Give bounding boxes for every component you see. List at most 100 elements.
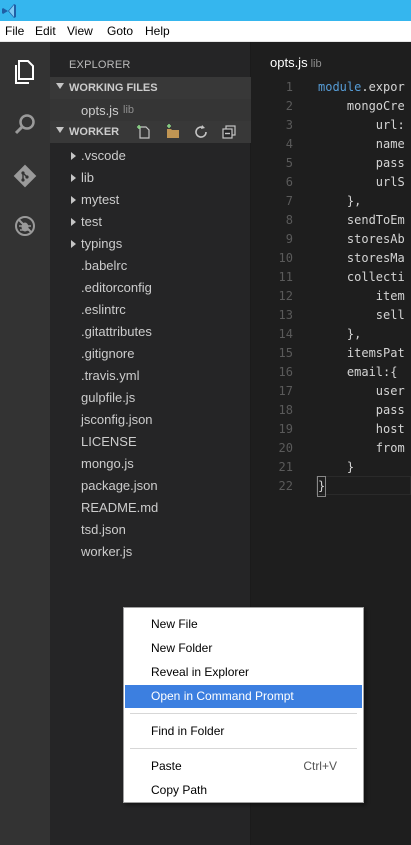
code-line: name xyxy=(318,137,405,151)
tree-label: test xyxy=(81,214,102,229)
tree-label: LICENSE xyxy=(81,434,137,449)
explorer-title: EXPLORER xyxy=(69,59,131,71)
tree-label: mytest xyxy=(81,192,120,207)
debug-icon[interactable] xyxy=(0,202,50,250)
code-line: host xyxy=(318,422,405,436)
line-number: 16 xyxy=(278,365,293,379)
line-number: 18 xyxy=(278,403,293,417)
code-line: storesAb xyxy=(318,232,405,246)
tree-label: .gitignore xyxy=(81,346,135,361)
menu-new-folder[interactable]: New Folder xyxy=(125,637,362,660)
code-line: pass xyxy=(318,156,405,170)
chevron-right-icon xyxy=(71,240,76,248)
tree-label: mongo.js xyxy=(81,456,134,471)
line-number: 15 xyxy=(278,346,293,360)
tree-file-license[interactable]: LICENSE xyxy=(50,431,251,453)
line-number: 22 xyxy=(278,479,293,493)
tree-file-readme[interactable]: README.md xyxy=(50,497,251,519)
tree-label: .eslintrc xyxy=(81,302,126,317)
menu-copy-path[interactable]: Copy Path xyxy=(125,779,362,802)
tree-file-package[interactable]: package.json xyxy=(50,475,251,497)
tree-file-worker[interactable]: worker.js xyxy=(50,541,251,563)
project-header[interactable]: WORKER xyxy=(50,121,251,143)
tree-label: worker.js xyxy=(81,544,133,559)
chevron-right-icon xyxy=(71,152,76,160)
menu-find-in-folder[interactable]: Find in Folder xyxy=(125,720,362,743)
chevron-right-icon xyxy=(71,218,76,226)
tree-folder-mytest[interactable]: mytest xyxy=(50,189,251,211)
activity-bar xyxy=(0,42,50,845)
menu-view[interactable]: View xyxy=(67,24,93,39)
tree-label: gulpfile.js xyxy=(81,390,136,405)
working-file-item[interactable]: opts.js lib xyxy=(50,99,251,121)
files-icon[interactable] xyxy=(0,48,50,96)
code-line: sendToEm xyxy=(318,213,405,227)
working-file-name: opts.js xyxy=(81,103,119,118)
code-line: sell xyxy=(318,308,405,322)
code-line: from xyxy=(318,441,405,455)
new-file-icon[interactable] xyxy=(137,124,153,140)
git-icon[interactable] xyxy=(0,152,50,200)
menu-reveal-in-explorer[interactable]: Reveal in Explorer xyxy=(125,661,362,684)
paste-shortcut: Ctrl+V xyxy=(303,759,337,773)
code-line: } xyxy=(318,460,355,474)
tree-folder-test[interactable]: test xyxy=(50,211,251,233)
tree-file-eslintrc[interactable]: .eslintrc xyxy=(50,299,251,321)
tree-label: jsconfig.json xyxy=(81,412,153,427)
current-line-highlight xyxy=(316,476,411,495)
tree-file-babelrc[interactable]: .babelrc xyxy=(50,255,251,277)
code-line: }, xyxy=(318,194,362,208)
working-files-header[interactable]: WORKING FILES xyxy=(50,77,251,99)
code-line: pass xyxy=(318,403,405,417)
menu-help[interactable]: Help xyxy=(145,24,170,39)
code-line: } xyxy=(316,476,327,497)
tree-file-editorconfig[interactable]: .editorconfig xyxy=(50,277,251,299)
code-line: urlS xyxy=(318,175,405,189)
menu-file[interactable]: File xyxy=(5,24,24,39)
menu-paste[interactable]: Paste Ctrl+V xyxy=(125,755,362,778)
tree-label: .vscode xyxy=(81,148,126,163)
line-number: 9 xyxy=(285,232,293,246)
code-line: mongoCre xyxy=(318,99,405,113)
expand-arrow-icon xyxy=(56,127,64,133)
code-line: user xyxy=(318,384,405,398)
expand-arrow-icon xyxy=(56,83,64,89)
line-number: 13 xyxy=(278,308,293,322)
line-number: 20 xyxy=(278,441,293,455)
tree-label: README.md xyxy=(81,500,159,515)
menu-new-file[interactable]: New File xyxy=(125,613,362,636)
code-line: }, xyxy=(318,327,362,341)
line-number: 10 xyxy=(278,251,293,265)
tree-folder-vscode[interactable]: .vscode xyxy=(50,145,251,167)
menu-edit[interactable]: Edit xyxy=(35,24,56,39)
line-number: 3 xyxy=(285,118,293,132)
tree-file-tsd[interactable]: tsd.json xyxy=(50,519,251,541)
working-file-desc: lib xyxy=(123,104,135,116)
tree-folder-lib[interactable]: lib xyxy=(50,167,251,189)
refresh-icon[interactable] xyxy=(193,124,209,140)
collapse-all-icon[interactable] xyxy=(221,124,237,140)
tree-label: .babelrc xyxy=(81,258,128,273)
tree-file-jsconfig[interactable]: jsconfig.json xyxy=(50,409,251,431)
menu-goto[interactable]: Goto xyxy=(107,24,133,39)
line-number: 11 xyxy=(278,270,293,284)
tree-label: typings xyxy=(81,236,123,251)
menu-separator xyxy=(130,713,357,714)
tree-file-travis[interactable]: .travis.yml xyxy=(50,365,251,387)
tree-file-gitignore[interactable]: .gitignore xyxy=(50,343,251,365)
menu-bar: File Edit View Goto Help xyxy=(0,21,411,42)
code-line: url: xyxy=(318,118,405,132)
tree-folder-typings[interactable]: typings xyxy=(50,233,251,255)
line-number: 14 xyxy=(278,327,293,341)
search-icon[interactable] xyxy=(0,100,50,148)
tree-file-gulpfile[interactable]: gulpfile.js xyxy=(50,387,251,409)
new-folder-icon[interactable] xyxy=(165,124,181,140)
chevron-right-icon xyxy=(71,174,76,182)
tree-file-mongo[interactable]: mongo.js xyxy=(50,453,251,475)
menu-open-in-command-prompt[interactable]: Open in Command Prompt xyxy=(125,685,362,708)
editor-tab[interactable]: opts.js lib xyxy=(270,54,322,72)
tree-file-gitattributes[interactable]: .gitattributes xyxy=(50,321,251,343)
line-number: 5 xyxy=(285,156,293,170)
tree-label: .editorconfig xyxy=(81,280,152,295)
vscode-logo-icon xyxy=(2,4,16,18)
